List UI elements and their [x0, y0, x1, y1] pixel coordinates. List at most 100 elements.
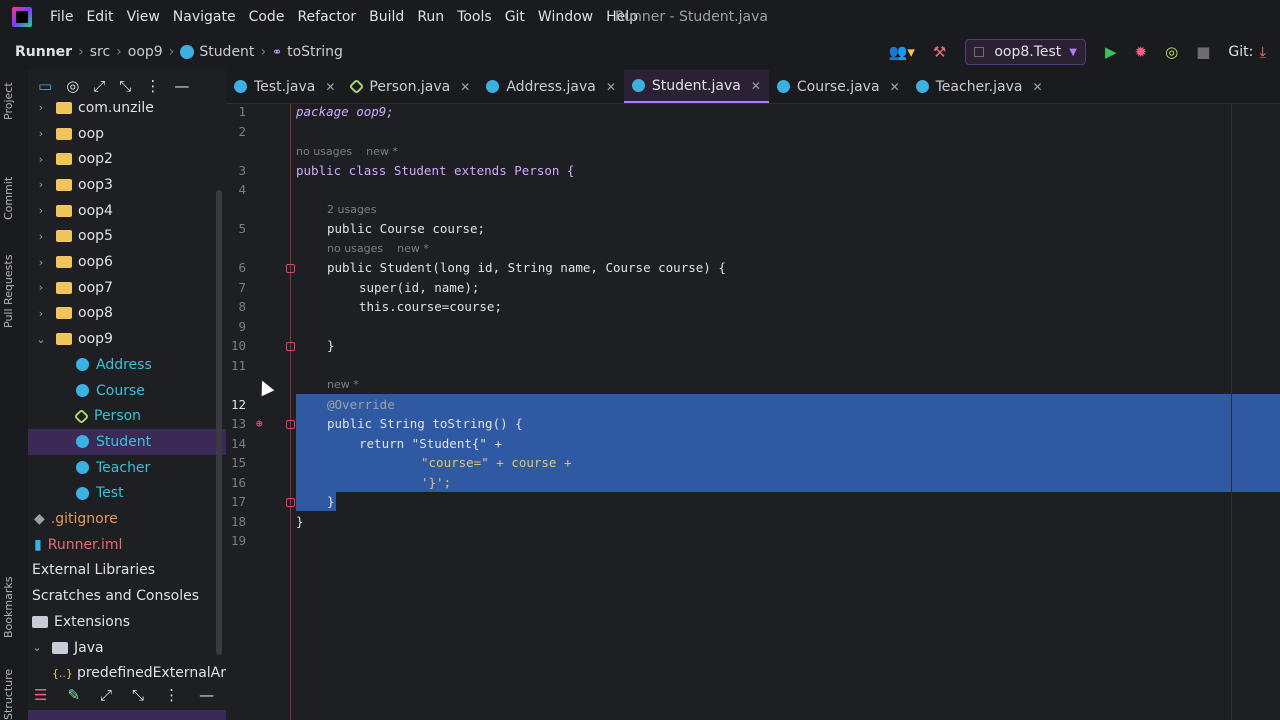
tree-item-external-libraries[interactable]: External Libraries	[28, 558, 226, 584]
tree-item-oop8[interactable]: › oop8	[28, 301, 226, 327]
collapse-icon[interactable]: ⤡	[119, 77, 131, 95]
project-scrollbar[interactable]	[216, 190, 222, 655]
breadcrumb-src[interactable]: src	[90, 44, 110, 60]
tree-item-oop7[interactable]: › oop7	[28, 275, 226, 301]
tab-course-java[interactable]: Course.java ✕	[769, 70, 908, 103]
run-icon[interactable]: ▶	[1105, 43, 1117, 61]
fold-marker-icon[interactable]	[286, 264, 295, 273]
expand-icon[interactable]: ⤢	[100, 686, 112, 704]
intellij-logo-icon[interactable]	[12, 7, 32, 27]
tab-person-java[interactable]: Person.java ✕	[343, 70, 478, 103]
tree-item-label: Student	[96, 433, 152, 450]
breadcrumb-package[interactable]: oop9	[128, 44, 163, 60]
tree-item-oop5[interactable]: › oop5	[28, 224, 226, 250]
tab-teacher-java[interactable]: Teacher.java ✕	[908, 70, 1051, 103]
edit-icon[interactable]: ✎	[67, 686, 80, 704]
class-icon	[76, 486, 89, 500]
usage-hint[interactable]: new *	[327, 378, 359, 391]
usage-hint[interactable]: 2 usages	[327, 203, 376, 216]
menu-file[interactable]: File	[50, 9, 73, 25]
expand-icon[interactable]: ⤢	[93, 77, 105, 95]
menu-refactor[interactable]: Refactor	[297, 9, 356, 25]
structure-selected-row[interactable]	[28, 710, 226, 720]
users-icon[interactable]: 👥▾	[889, 43, 915, 61]
tab-test-java[interactable]: Test.java ✕	[226, 70, 343, 103]
tree-item-teacher[interactable]: Teacher	[28, 455, 226, 481]
breadcrumb-project[interactable]: Runner	[15, 44, 72, 60]
locate-icon[interactable]: ◎	[66, 77, 79, 95]
breadcrumb-class[interactable]: Student	[180, 44, 254, 60]
tree-item-person[interactable]: Person	[28, 403, 226, 429]
close-icon[interactable]: ✕	[606, 80, 616, 94]
menu-build[interactable]: Build	[369, 9, 404, 25]
menu-run[interactable]: Run	[417, 9, 444, 25]
options-icon[interactable]: ⋮	[164, 686, 179, 704]
close-icon[interactable]: ✕	[460, 80, 470, 94]
tree-item-course[interactable]: Course	[28, 378, 226, 404]
fold-marker-icon[interactable]	[286, 420, 295, 429]
fold-marker-icon[interactable]	[286, 498, 295, 507]
close-icon[interactable]: ✕	[1032, 80, 1042, 94]
code-editor[interactable]: 1 2 3 4 5 6 7 8 9 10 11 12 13 14 15 16 1…	[226, 104, 1280, 720]
close-icon[interactable]: ✕	[751, 79, 761, 93]
menu-view[interactable]: View	[127, 9, 160, 25]
tree-item-oop9[interactable]: ⌄ oop9	[28, 326, 226, 352]
collapse-icon[interactable]: ⤡	[132, 686, 144, 704]
tree-item-extensions[interactable]: Extensions	[28, 609, 226, 635]
usage-hint[interactable]: no usages new *	[327, 242, 429, 255]
tree-item-student[interactable]: Student	[28, 429, 226, 455]
folder-view-icon[interactable]: ▭	[38, 77, 52, 95]
stop-icon[interactable]: ■	[1196, 43, 1210, 61]
close-icon[interactable]: ✕	[890, 80, 900, 94]
tree-item-com-unzile[interactable]: › com.unzile	[28, 95, 226, 121]
git-update-icon[interactable]: ⤓	[1259, 43, 1266, 61]
override-method-icon[interactable]: ⊕	[256, 417, 263, 430]
tab-label: Person.java	[369, 78, 451, 95]
tree-item-oop4[interactable]: › oop4	[28, 198, 226, 224]
menu-window[interactable]: Window	[538, 9, 593, 25]
code-text: }	[296, 513, 304, 529]
class-icon	[76, 435, 89, 449]
menu-navigate[interactable]: Navigate	[173, 9, 236, 25]
tab-student-java[interactable]: Student.java ✕	[623, 70, 769, 103]
tree-item-runner-iml[interactable]: ▮ Runner.iml	[28, 532, 226, 558]
run-configuration-select[interactable]: oop8.Test ▼	[965, 39, 1086, 65]
code-line-10: }	[327, 338, 335, 353]
tree-item-oop6[interactable]: › oop6	[28, 249, 226, 275]
tab-address-java[interactable]: Address.java ✕	[478, 70, 624, 103]
tab-label: Course.java	[796, 78, 880, 95]
tab-label: Teacher.java	[935, 78, 1023, 95]
tool-bookmarks[interactable]: Bookmarks	[2, 577, 15, 638]
debug-icon[interactable]: ✹	[1135, 43, 1148, 61]
tree-item-oop[interactable]: › oop	[28, 121, 226, 147]
menu-tools[interactable]: Tools	[457, 9, 492, 25]
tool-commit[interactable]: Commit	[2, 177, 15, 220]
tree-item-label: oop9	[78, 331, 113, 348]
tool-pull-requests[interactable]: Pull Requests	[2, 255, 15, 328]
list-icon[interactable]: ☰	[34, 686, 47, 704]
tree-item-java[interactable]: ⌄ Java	[28, 635, 226, 661]
tool-project[interactable]: Project	[2, 82, 15, 120]
tree-item-gitignore[interactable]: ◆ .gitignore	[28, 506, 226, 532]
breadcrumb-method[interactable]: ⚭ toString	[272, 44, 343, 60]
hide-icon[interactable]: —	[199, 686, 214, 704]
coverage-icon[interactable]: ◎	[1165, 43, 1178, 61]
tree-item-scratches[interactable]: Scratches and Consoles	[28, 583, 226, 609]
folder-icon	[56, 281, 72, 294]
tree-item-test[interactable]: Test	[28, 481, 226, 507]
close-icon[interactable]: ✕	[325, 80, 335, 94]
fold-marker-icon[interactable]	[286, 342, 295, 351]
chevron-down-icon: ▼	[1069, 46, 1077, 58]
hide-icon[interactable]: —	[174, 77, 189, 95]
usage-hint[interactable]: no usages new *	[296, 145, 398, 158]
menu-git[interactable]: Git	[505, 9, 525, 25]
tab-label: Student.java	[651, 77, 741, 94]
hammer-icon[interactable]: ⚒	[933, 43, 946, 61]
options-icon[interactable]: ⋮	[145, 77, 160, 95]
tool-structure[interactable]: Structure	[2, 669, 15, 720]
menu-code[interactable]: Code	[249, 9, 285, 25]
tree-item-oop2[interactable]: › oop2	[28, 146, 226, 172]
menu-edit[interactable]: Edit	[86, 9, 113, 25]
tree-item-address[interactable]: Address	[28, 352, 226, 378]
tree-item-oop3[interactable]: › oop3	[28, 172, 226, 198]
